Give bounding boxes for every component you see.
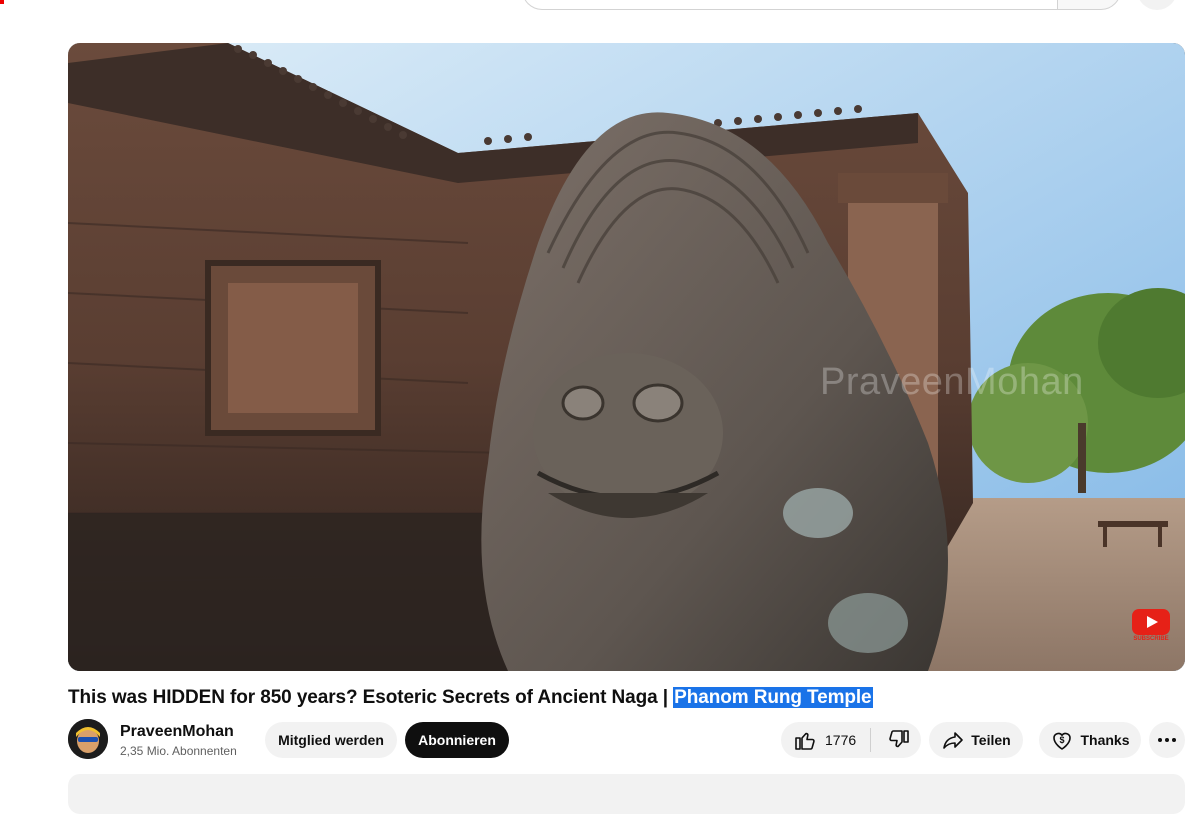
more-horiz-icon bbox=[1158, 738, 1176, 742]
like-divider bbox=[870, 728, 871, 752]
subscribe-badge-label: SUBSCRIBE bbox=[1133, 636, 1169, 642]
share-label: Teilen bbox=[971, 732, 1011, 748]
search-button[interactable] bbox=[1057, 0, 1121, 10]
video-player[interactable]: PraveenMohan SUBSCRIBE bbox=[68, 43, 1185, 671]
more-actions-button[interactable] bbox=[1149, 722, 1185, 758]
thanks-button[interactable]: $ Thanks bbox=[1039, 722, 1141, 758]
channel-name[interactable]: PraveenMohan bbox=[120, 722, 234, 742]
channel-watermark: PraveenMohan bbox=[820, 361, 1084, 403]
voice-search-button[interactable] bbox=[1137, 0, 1177, 10]
share-arrow-icon bbox=[943, 732, 964, 749]
join-button[interactable]: Mitglied werden bbox=[265, 722, 397, 758]
video-frame bbox=[68, 43, 1185, 671]
search-input[interactable] bbox=[522, 0, 1058, 10]
channel-avatar[interactable] bbox=[68, 719, 108, 759]
video-title-selected-text: Phanom Rung Temple bbox=[673, 687, 873, 708]
thanks-label: Thanks bbox=[1080, 732, 1130, 748]
thumbs-down-icon bbox=[889, 730, 909, 748]
dislike-button[interactable] bbox=[877, 722, 921, 758]
subscribe-button[interactable]: Abonnieren bbox=[405, 722, 509, 758]
subscriber-count: 2,35 Mio. Abonnenten bbox=[120, 744, 237, 758]
youtube-logo-edge bbox=[0, 0, 4, 4]
like-button[interactable]: 1776 bbox=[781, 722, 856, 758]
like-count: 1776 bbox=[825, 732, 857, 748]
description-box[interactable] bbox=[68, 774, 1185, 814]
video-title: This was HIDDEN for 850 years? Esoteric … bbox=[68, 686, 873, 710]
subscribe-badge[interactable]: SUBSCRIBE bbox=[1132, 609, 1170, 643]
thumbs-up-icon bbox=[795, 732, 815, 750]
like-dislike-group: 1776 bbox=[781, 722, 921, 758]
video-title-main: This was HIDDEN for 850 years? Esoteric … bbox=[68, 687, 674, 708]
avatar-image bbox=[68, 719, 108, 759]
dollar-heart-icon: $ bbox=[1053, 732, 1072, 750]
youtube-play-icon bbox=[1132, 609, 1170, 635]
svg-text:$: $ bbox=[1060, 735, 1065, 745]
share-button[interactable]: Teilen bbox=[929, 722, 1023, 758]
